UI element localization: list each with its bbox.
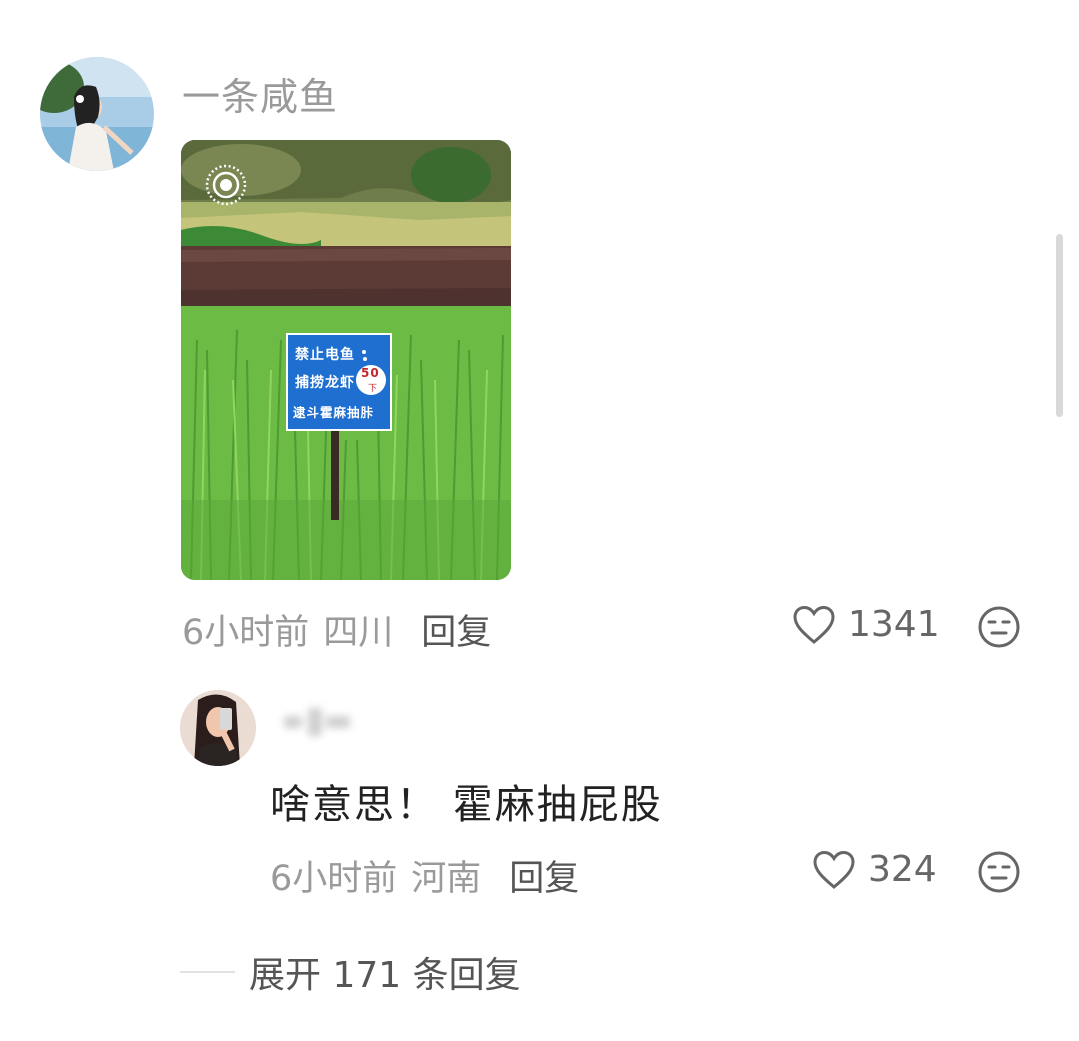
expand-replies-button[interactable]: 展开 171 条回复 [180,946,521,998]
expand-replies-label: 展开 171 条回复 [249,955,521,996]
commenter-avatar[interactable] [40,57,154,171]
reply-reply-button[interactable]: 回复 [509,850,579,901]
comment-region: 四川 [323,613,394,653]
reply-meta: 6小时前 河南 回复 [270,850,579,901]
comment-photo[interactable]: 禁止电鱼 捕捞龙虾 逮斗霍麻抽胩 50 下 [181,140,511,580]
replier-avatar[interactable] [180,690,256,766]
replier-username-blurred[interactable] [282,704,354,738]
meh-face-icon [978,606,1020,648]
sign-line-3: 逮斗霍麻抽胩 [293,405,375,420]
reply-like-count: 324 [868,849,937,890]
commenter-username[interactable]: 一条咸鱼 [182,66,338,121]
comment-meta: 6小时前 四川 回复 [182,604,491,655]
divider-line [180,971,235,973]
like-count: 1341 [848,604,940,645]
reply-time: 6小时前 [270,859,398,899]
reply-like-button[interactable]: 324 [812,849,937,890]
reply-text: 啥意思！ 霍麻抽屁股 [270,782,663,828]
dislike-button[interactable] [977,605,1021,653]
like-button[interactable]: 1341 [792,604,940,645]
sign-badge-number: 50 [361,366,380,380]
sign-line-1: 禁止电鱼 [295,347,355,363]
reply-button[interactable]: 回复 [421,604,491,655]
comment-time: 6小时前 [182,613,310,653]
scrollbar[interactable] [1056,234,1063,417]
heart-outline-icon [813,850,855,889]
live-photo-icon [203,162,249,208]
sign-line-2: 捕捞龙虾 [295,375,355,391]
reply-dislike-button[interactable] [977,850,1021,898]
heart-outline-icon [793,605,835,644]
comment-thread: 一条咸鱼 禁止电鱼 捕捞龙虾 逮斗霍麻抽胩 50 下 6小时前 四川 回复 13… [0,0,1079,1041]
sign-badge-suffix: 下 [368,384,379,394]
reply-region: 河南 [411,859,482,899]
meh-face-icon [978,851,1020,893]
